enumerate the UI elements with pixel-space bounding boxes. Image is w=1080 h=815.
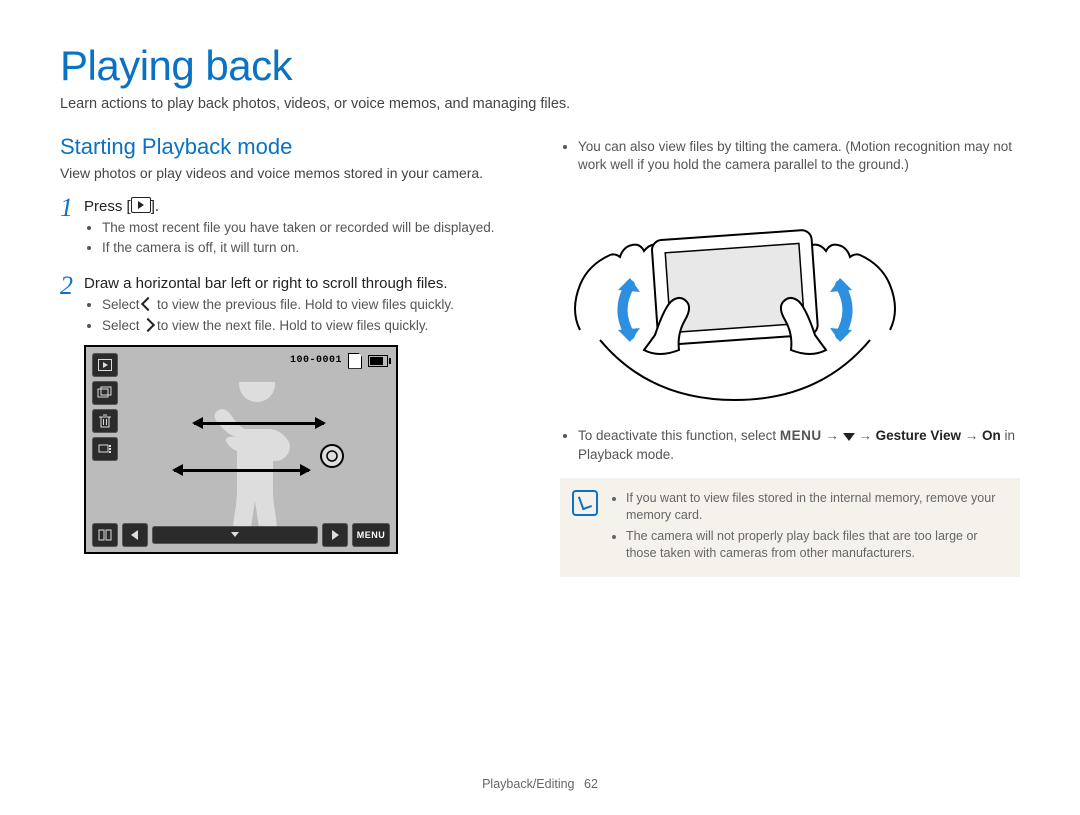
on-label: On (982, 428, 1001, 443)
menu-word-icon: MENU (780, 428, 822, 443)
gesture-view-label: Gesture View (876, 428, 961, 443)
step-text: Draw a horizontal bar left or right to s… (84, 275, 520, 292)
note-item: If you want to view files stored in the … (626, 490, 1006, 524)
note-box: If you want to view files stored in the … (560, 478, 1020, 578)
left-icon-bar (92, 353, 118, 461)
file-counter: 100-0001 (290, 355, 342, 366)
step1-text-before: Press [ (84, 198, 131, 215)
step1-bullet-2: If the camera is off, it will turn on. (102, 239, 520, 257)
arrow-text: → (855, 428, 876, 443)
touch-point-icon (318, 442, 346, 470)
text: To deactivate this function, select (578, 428, 780, 443)
nav-left-icon (122, 523, 148, 547)
step1-bullet-1: The most recent file you have taken or r… (102, 219, 520, 237)
tilt-bullet: You can also view files by tilting the c… (578, 138, 1020, 174)
text: Select (102, 318, 143, 333)
section-description: View photos or play videos and voice mem… (60, 164, 520, 183)
step-2: 2 Draw a horizontal bar left or right to… (60, 275, 520, 553)
step-number: 1 (60, 195, 84, 267)
step-1: 1 Press []. The most recent file you hav… (60, 197, 520, 267)
thumbnail-icon (92, 437, 118, 461)
deactivate-bullets: To deactivate this function, select MENU… (560, 427, 1020, 463)
step-text: Press []. (84, 197, 520, 215)
step2-bullet-prev: Select to view the previous file. Hold t… (102, 296, 520, 314)
status-bar: 100-0001 (290, 353, 388, 369)
multi-view-icon (92, 523, 118, 547)
bottom-icon-bar: MENU (92, 523, 390, 547)
tilt-camera-illustration (560, 190, 910, 410)
sd-card-icon (348, 353, 362, 369)
arrow-text: → (961, 428, 982, 443)
footer-section: Playback/Editing (482, 777, 574, 791)
down-triangle-icon (231, 532, 239, 537)
arrow-text: → (822, 428, 843, 443)
page-title: Playing back (60, 42, 1020, 90)
deactivate-bullet: To deactivate this function, select MENU… (578, 427, 1020, 463)
down-arrow-icon (843, 433, 855, 441)
text: to view the next file. Hold to view file… (153, 318, 428, 333)
step2-bullets: Select to view the previous file. Hold t… (84, 296, 520, 334)
swipe-arrow-icon (194, 422, 324, 425)
note-list: If you want to view files stored in the … (610, 490, 1006, 562)
slideshow-icon (92, 381, 118, 405)
manual-page: Playing back Learn actions to play back … (0, 0, 1080, 815)
battery-icon (368, 355, 388, 367)
left-column: Starting Playback mode View photos or pl… (60, 134, 520, 577)
right-column: You can also view files by tilting the c… (560, 134, 1020, 577)
note-item: The camera will not properly play back f… (626, 528, 1006, 562)
note-icon (572, 490, 598, 516)
step1-bullets: The most recent file you have taken or r… (84, 219, 520, 257)
play-mode-icon (92, 353, 118, 377)
delete-icon (92, 409, 118, 433)
nav-right-icon (322, 523, 348, 547)
tilt-bullets: You can also view files by tilting the c… (560, 138, 1020, 174)
text: to view the previous file. Hold to view … (153, 297, 454, 312)
swipe-arrow-icon (174, 469, 309, 472)
section-heading: Starting Playback mode (60, 134, 520, 160)
step-body: Draw a horizontal bar left or right to s… (84, 275, 520, 553)
text: Select (102, 297, 143, 312)
page-number: 62 (584, 777, 598, 791)
page-footer: Playback/Editing 62 (0, 777, 1080, 791)
step-number: 2 (60, 273, 84, 553)
step1-text-after: ]. (151, 198, 159, 215)
bottom-bar (152, 526, 318, 544)
content-columns: Starting Playback mode View photos or pl… (60, 134, 1020, 577)
camera-screen-preview: 100-0001 (84, 345, 398, 554)
menu-button: MENU (352, 523, 390, 547)
playback-button-icon (131, 197, 151, 213)
step2-bullet-next: Select to view the next file. Hold to vi… (102, 317, 520, 335)
page-subtitle: Learn actions to play back photos, video… (60, 96, 1020, 112)
step-body: Press []. The most recent file you have … (84, 197, 520, 267)
